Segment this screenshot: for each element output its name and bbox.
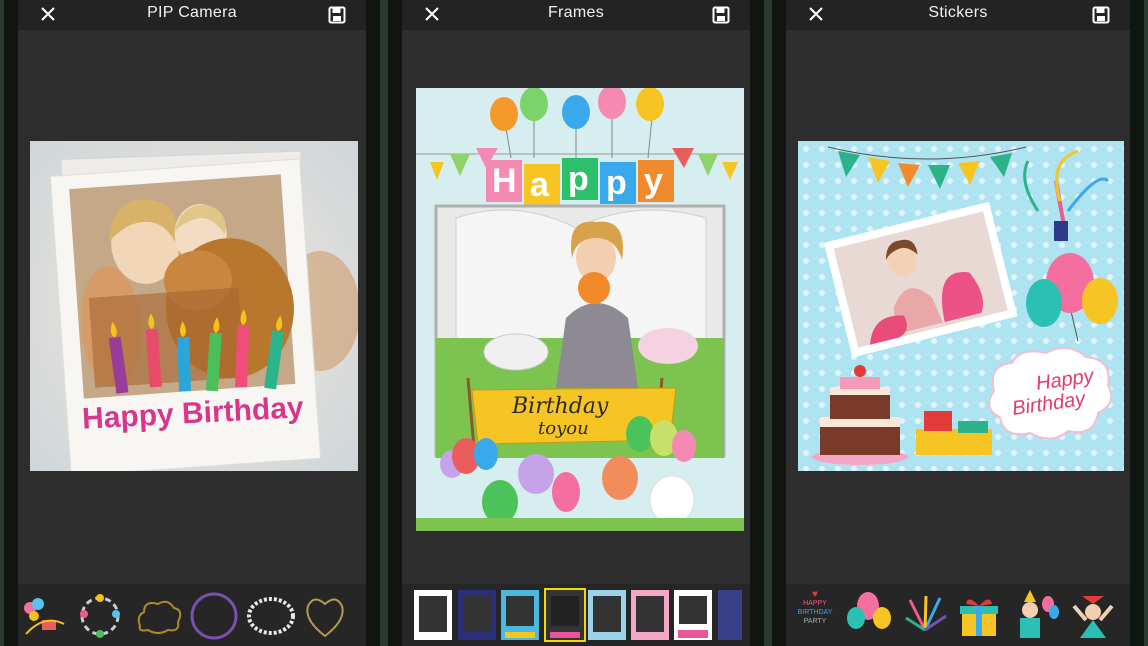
frame-thumb-6[interactable] bbox=[631, 590, 669, 640]
frame-thumb-cloud[interactable] bbox=[134, 596, 184, 636]
frame-thumbnails bbox=[402, 584, 750, 646]
page-title: PIP Camera bbox=[147, 4, 237, 21]
top-bar: Frames bbox=[402, 0, 750, 30]
frame-thumb-3[interactable] bbox=[501, 590, 539, 640]
thumb-line-3: PARTY bbox=[803, 618, 827, 625]
photo-canvas[interactable]: H a p p y Birthday toyou bbox=[416, 88, 744, 531]
sign-line-1: Birthday bbox=[512, 394, 609, 419]
save-icon[interactable] bbox=[1092, 6, 1110, 24]
page-title: Frames bbox=[547, 4, 605, 21]
banner-letter-p1: p bbox=[568, 160, 589, 198]
frame-thumb-cupcakes[interactable] bbox=[76, 592, 124, 640]
frame-thumb-2[interactable] bbox=[458, 590, 496, 640]
sticker-thumb-balloons[interactable] bbox=[844, 590, 894, 640]
photo-canvas[interactable]: Happy Birthday bbox=[30, 141, 358, 471]
banner-letter-h: H bbox=[492, 162, 517, 200]
sticker-thumbnails: ♥ HAPPY BIRTHDAY PARTY bbox=[786, 584, 1130, 646]
sticker-thumb-party-text[interactable]: ♥ HAPPY BIRTHDAY PARTY bbox=[792, 590, 838, 642]
frame-thumbnails bbox=[18, 584, 366, 646]
page-title: Stickers bbox=[928, 4, 988, 21]
frame-thumb-1[interactable] bbox=[414, 590, 452, 640]
banner-letter-a: a bbox=[530, 166, 549, 204]
screen: PIP Camera Happy Birthday bbox=[18, 0, 366, 646]
save-icon[interactable] bbox=[328, 6, 346, 24]
banner-letter-p2: p bbox=[606, 164, 627, 202]
sticker-thumb-gift[interactable] bbox=[954, 590, 1004, 640]
frame-thumb-heart[interactable] bbox=[302, 592, 348, 640]
sticker-thumb-celebrate[interactable] bbox=[1068, 590, 1118, 640]
frame-thumb-oval[interactable] bbox=[244, 594, 298, 638]
frame-thumb-balloons[interactable] bbox=[20, 594, 68, 638]
phone-frames: Frames H a p p y Birthday toyou bbox=[384, 0, 768, 646]
sticker-photo bbox=[798, 141, 1124, 471]
sign-line-2: toyou bbox=[538, 418, 589, 439]
frame-photo bbox=[416, 88, 744, 531]
top-bar: PIP Camera bbox=[18, 0, 366, 30]
screen: Stickers Happy Birthday ♥ HAPPY BIRTHDAY… bbox=[786, 0, 1130, 646]
thumb-line-1: HAPPY bbox=[803, 600, 827, 607]
thumb-line-2: BIRTHDAY bbox=[797, 609, 833, 616]
phone-stickers: Stickers Happy Birthday ♥ HAPPY BIRTHDAY… bbox=[768, 0, 1148, 646]
frame-thumb-8[interactable] bbox=[718, 590, 742, 640]
sticker-thumb-party-person[interactable] bbox=[1010, 590, 1060, 640]
save-icon[interactable] bbox=[712, 6, 730, 24]
sticker-thumb-confetti[interactable] bbox=[900, 590, 950, 640]
frame-thumb-4-selected[interactable] bbox=[544, 588, 586, 642]
frame-thumb-5[interactable] bbox=[588, 590, 626, 640]
screen: Frames H a p p y Birthday toyou bbox=[402, 0, 750, 646]
phone-pip-camera: PIP Camera Happy Birthday bbox=[0, 0, 384, 646]
banner-letter-y: y bbox=[644, 162, 663, 200]
frame-thumb-circle[interactable] bbox=[188, 590, 240, 642]
photo-canvas[interactable]: Happy Birthday bbox=[798, 141, 1124, 471]
frame-thumb-7[interactable] bbox=[674, 590, 712, 640]
top-bar: Stickers bbox=[786, 0, 1130, 30]
